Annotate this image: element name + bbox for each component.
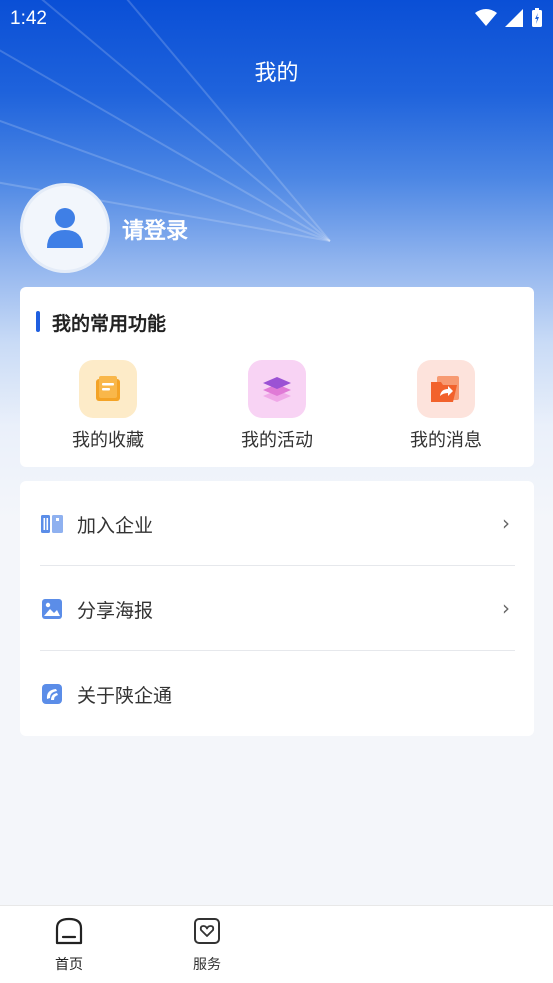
login-link[interactable]: 请登录 (122, 213, 188, 245)
status-time: 1:42 (10, 8, 47, 29)
poster-icon (42, 599, 62, 619)
menu-card: 加入企业 › 分享海报 › 关于陕企通 (20, 481, 534, 736)
common-functions-card: 我的常用功能 我的收藏 我的活动 我的消息 (20, 287, 534, 467)
chevron-right-icon: › (502, 511, 510, 535)
func-label: 我的收藏 (72, 430, 144, 451)
func-label: 我的消息 (410, 430, 482, 451)
menu-item-share-poster[interactable]: 分享海报 › (20, 566, 534, 651)
signal-icon (505, 9, 523, 27)
enterprise-icon (41, 515, 63, 533)
bottom-tab-bar: 首页 服务 (0, 905, 553, 983)
home-icon (55, 917, 83, 945)
section-title: 我的常用功能 (36, 309, 166, 336)
tab-service[interactable]: 服务 (167, 916, 247, 974)
menu-label: 关于陕企通 (77, 685, 173, 707)
service-icon (194, 918, 220, 944)
func-item-messages[interactable]: 我的消息 (381, 360, 511, 452)
battery-icon (532, 8, 542, 27)
tab-home[interactable]: 首页 (29, 916, 109, 974)
chevron-right-icon: › (502, 596, 510, 620)
func-item-favorites[interactable]: 我的收藏 (43, 360, 173, 452)
wifi-icon (475, 9, 497, 26)
message-icon (417, 360, 475, 418)
user-icon (47, 208, 83, 248)
menu-item-about[interactable]: 关于陕企通 (20, 651, 534, 736)
activity-icon (248, 360, 306, 418)
menu-item-join-enterprise[interactable]: 加入企业 › (20, 481, 534, 566)
tab-label: 首页 (55, 957, 83, 973)
menu-label: 加入企业 (77, 515, 154, 537)
tab-label: 服务 (193, 957, 221, 973)
favorites-icon (79, 360, 137, 418)
func-item-activity[interactable]: 我的活动 (212, 360, 342, 452)
func-label: 我的活动 (241, 430, 313, 451)
about-icon (42, 684, 62, 704)
menu-label: 分享海报 (77, 600, 154, 622)
page-title: 我的 (254, 61, 299, 86)
status-bar: 1:42 (0, 0, 553, 38)
avatar[interactable] (20, 183, 110, 273)
